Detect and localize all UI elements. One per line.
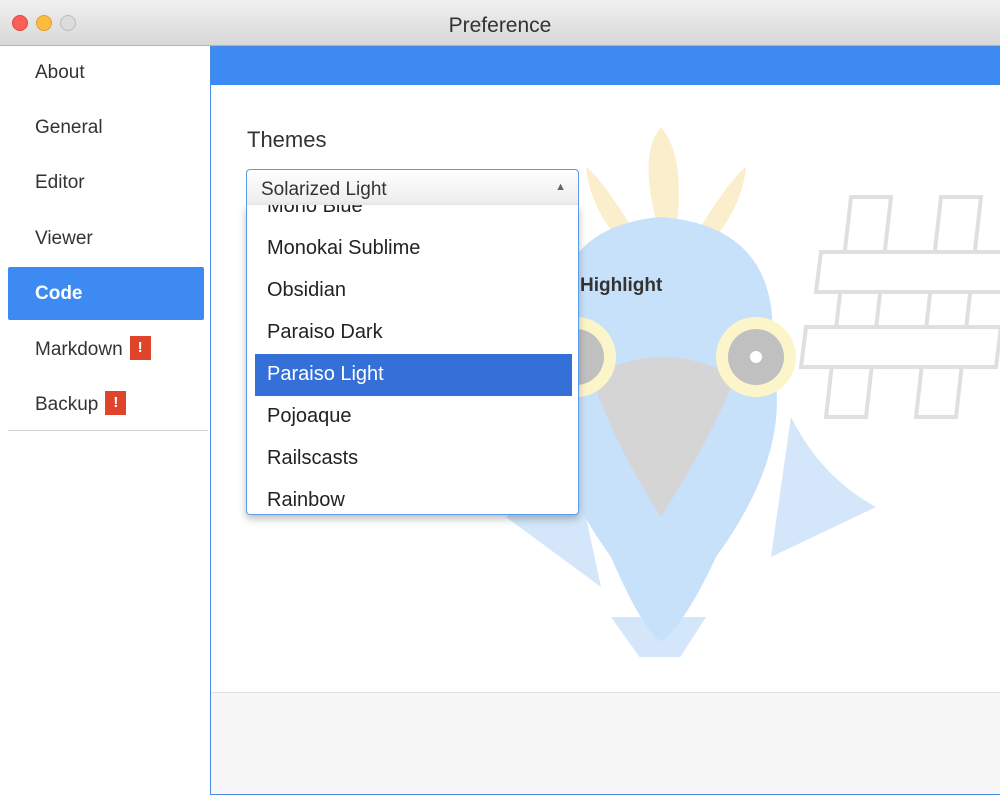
window-title: Preference xyxy=(448,14,552,37)
sidebar-item-editor[interactable]: Editor xyxy=(8,156,204,209)
themes-label: Themes xyxy=(247,127,327,152)
sidebar-item-backup[interactable]: Backup! xyxy=(8,378,204,431)
theme-option-railscasts[interactable]: Railscasts xyxy=(255,438,572,480)
sidebar-item-label: Editor xyxy=(35,172,85,193)
sidebar-item-label: Code xyxy=(35,283,83,304)
sidebar-item-label: Viewer xyxy=(35,228,93,249)
themes-dropdown-list[interactable]: Mono Blue Monokai Sublime Obsidian Parai… xyxy=(246,205,579,515)
sidebar-item-label: Backup xyxy=(35,394,99,415)
theme-option-obsidian[interactable]: Obsidian xyxy=(255,270,572,312)
title-bar: Preference xyxy=(0,0,1000,46)
theme-option-mono-blue[interactable]: Mono Blue xyxy=(255,205,572,228)
sidebar-item-viewer[interactable]: Viewer xyxy=(8,212,204,265)
themes-select-value: Solarized Light xyxy=(261,179,387,200)
theme-option-pojoaque[interactable]: Pojoaque xyxy=(255,396,572,438)
theme-option-paraiso-light[interactable]: Paraiso Light xyxy=(255,354,572,396)
sidebar-item-label: About xyxy=(35,62,85,83)
theme-option-monokai-sublime[interactable]: Monokai Sublime xyxy=(255,228,572,270)
theme-option-paraiso-dark[interactable]: Paraiso Dark xyxy=(255,312,572,354)
sidebar-divider xyxy=(8,430,208,431)
sidebar-item-markdown[interactable]: Markdown! xyxy=(8,323,204,376)
sidebar-item-label: Markdown xyxy=(35,339,123,360)
theme-option-rainbow[interactable]: Rainbow xyxy=(255,480,572,514)
sidebar-item-code[interactable]: Code xyxy=(8,267,204,320)
sidebar-item-label: General xyxy=(35,117,103,138)
select-arrow-icon: ▲ xyxy=(555,181,566,193)
themes-select[interactable]: Solarized Light ▲ xyxy=(246,169,579,205)
panel-footer xyxy=(211,692,1000,794)
panel-header-bar xyxy=(211,47,1000,85)
warning-badge: ! xyxy=(129,335,151,360)
sidebar-item-general[interactable]: General xyxy=(8,101,204,154)
warning-badge: ! xyxy=(105,390,127,415)
sidebar-item-about[interactable]: About xyxy=(8,46,204,99)
sidebar: About General Editor Viewer Code Markdow… xyxy=(0,46,210,795)
code-settings-panel: Themes Highlight Solarized Light ▲ Mono … xyxy=(210,46,1000,795)
highlight-label: Highlight xyxy=(580,275,663,296)
